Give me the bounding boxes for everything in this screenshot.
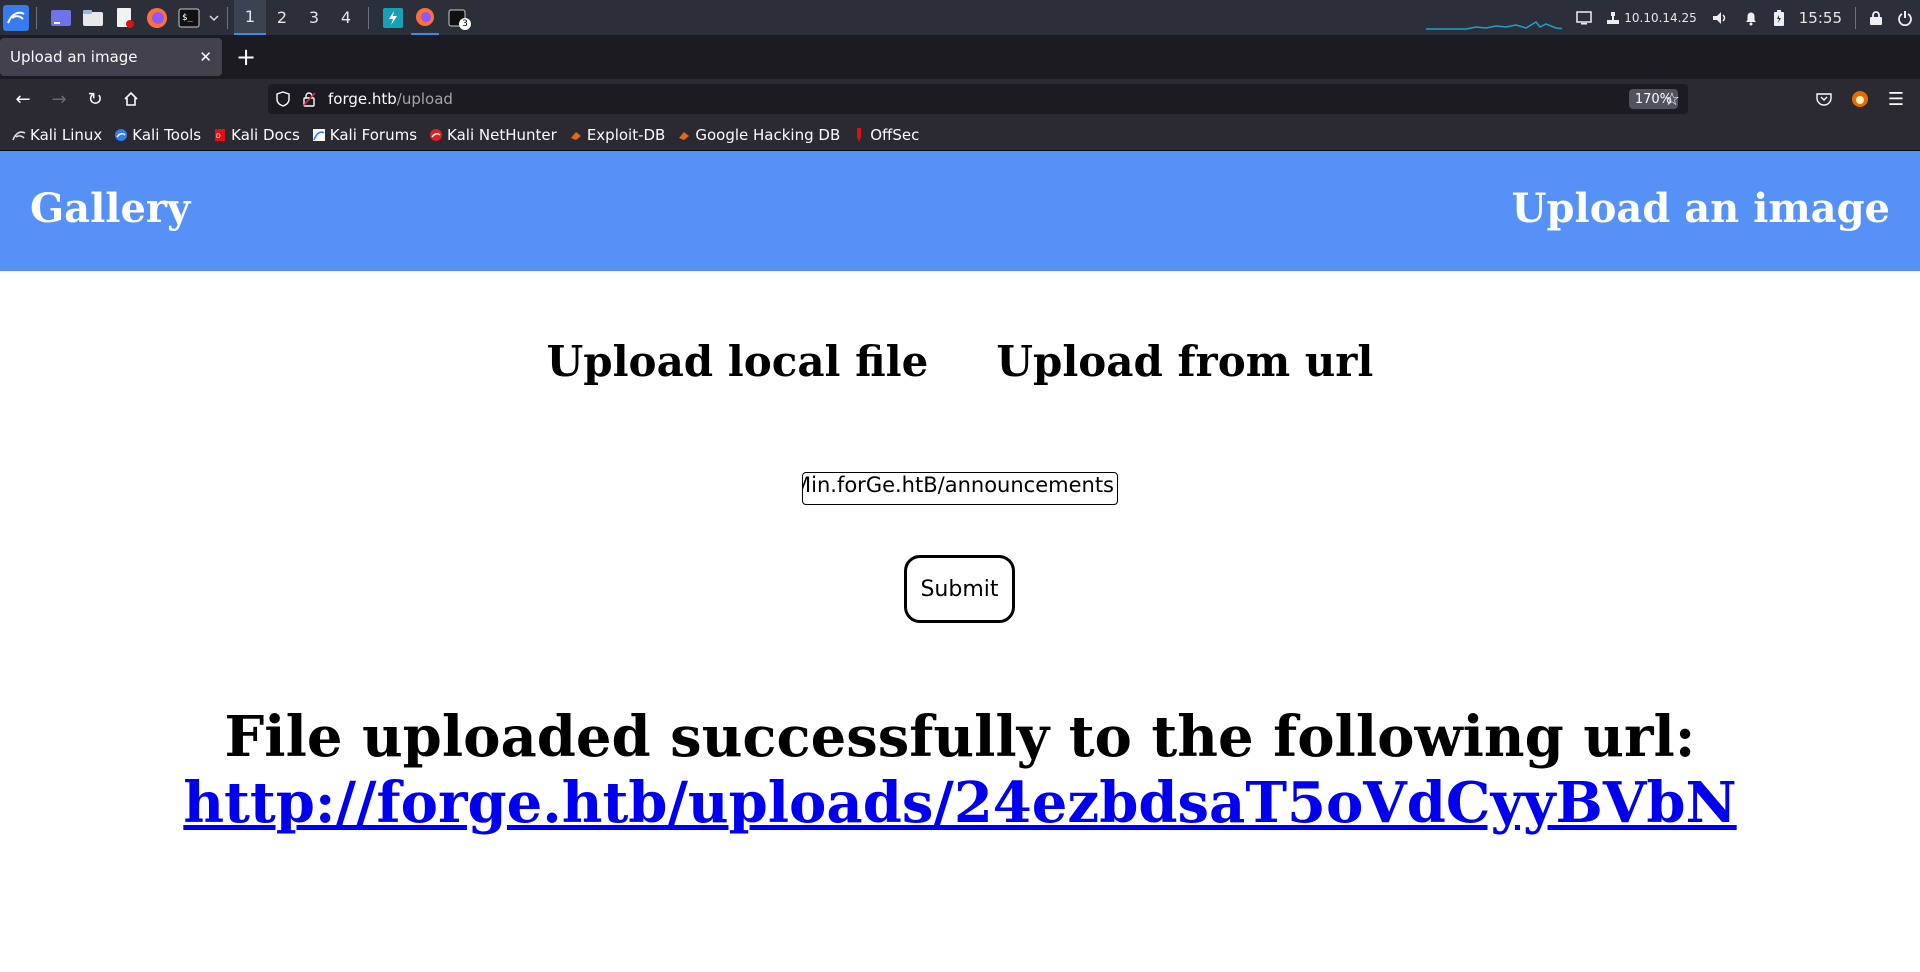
tab-title: Upload an image	[10, 48, 138, 66]
bookmark-label: OffSec	[870, 125, 920, 144]
upload-result: File uploaded successfully to the follow…	[0, 704, 1920, 836]
file-manager-icon[interactable]	[79, 4, 107, 32]
bookmark-kali-forums[interactable]: Kali Forums	[312, 126, 417, 144]
tab-upload-from-url[interactable]: Upload from url	[996, 337, 1373, 386]
kali-menu-icon[interactable]	[2, 4, 30, 32]
forward-button[interactable]: →	[41, 81, 77, 117]
new-tab-button[interactable]: +	[228, 39, 264, 75]
bookmark-label: Kali Linux	[30, 125, 103, 144]
ghdb-icon	[677, 128, 691, 142]
offsec-icon	[852, 127, 866, 142]
uploaded-file-link[interactable]: http://forge.htb/uploads/24ezbdsaT5oVdCy…	[183, 770, 1736, 836]
home-button[interactable]	[113, 81, 149, 117]
site-lock-icon[interactable]	[302, 91, 322, 107]
chevron-down-icon[interactable]	[207, 4, 221, 32]
url-text: forge.htb/upload	[328, 90, 453, 108]
bookmark-offsec[interactable]: OffSec	[852, 126, 919, 144]
show-desktop-icon[interactable]	[47, 4, 75, 32]
upload-image-link[interactable]: Upload an image	[1512, 185, 1890, 232]
gallery-link[interactable]: Gallery	[30, 185, 190, 232]
hamburger-menu-icon[interactable]: ☰	[1878, 81, 1914, 117]
workspace-4[interactable]: 4	[330, 0, 362, 35]
nethunter-icon	[429, 128, 443, 142]
task-firefox-icon[interactable]	[411, 0, 439, 35]
bookmark-label: Kali NetHunter	[447, 125, 557, 144]
bookmark-kali-tools[interactable]: Kali Tools	[114, 126, 201, 144]
kali-dragon-icon	[12, 128, 26, 142]
back-button[interactable]: ←	[5, 81, 41, 117]
panel-separator	[1855, 6, 1856, 29]
navigation-toolbar: ← → ↻ forge.htb/upload 170% ☆ ☰	[0, 79, 1920, 119]
tracking-shield-icon[interactable]	[276, 91, 296, 107]
terminal-launcher-icon[interactable]: $_	[175, 4, 203, 32]
bookmarks-toolbar: Kali Linux Kali Tools D Kali Docs Kali F…	[0, 119, 1920, 151]
kali-forums-icon	[312, 128, 326, 142]
power-icon[interactable]	[1890, 0, 1920, 35]
panel-separator	[368, 6, 369, 29]
vpn-ip[interactable]: 10.10.14.25	[1599, 0, 1704, 35]
bookmark-kali-linux[interactable]: Kali Linux	[12, 126, 102, 144]
workspace-1[interactable]: 1	[234, 0, 266, 35]
reload-button[interactable]: ↻	[77, 81, 113, 117]
terminal-count-badge: 3	[459, 17, 471, 30]
close-tab-icon[interactable]: ✕	[199, 48, 212, 66]
site-header: Gallery Upload an image	[0, 151, 1920, 271]
submit-button[interactable]: Submit	[904, 555, 1015, 623]
bookmark-label: Kali Tools	[132, 125, 202, 144]
network-graph	[1419, 0, 1569, 35]
svg-text:D: D	[216, 133, 221, 140]
url-input[interactable]: Min.forGe.htB/announcements	[802, 472, 1118, 505]
svg-text:$_: $_	[182, 13, 193, 23]
tab-upload-local-file[interactable]: Upload local file	[547, 337, 929, 386]
url-host: forge.htb	[328, 90, 397, 108]
bookmark-label: Kali Docs	[231, 125, 300, 144]
bookmark-exploit-db[interactable]: Exploit-DB	[569, 125, 666, 144]
task-app-icon[interactable]	[379, 4, 407, 32]
tab-strip: Upload an image ✕ + ✕	[0, 35, 1920, 100]
address-bar[interactable]: forge.htb/upload 170%	[268, 84, 1688, 114]
volume-icon[interactable]	[1704, 0, 1736, 35]
extension-icon[interactable]	[1842, 81, 1878, 117]
ip-address: 10.10.14.25	[1624, 10, 1697, 25]
bookmark-label: Google Hacking DB	[695, 125, 841, 144]
top-panel: $_ 1 2 3 4 3 10.10.14.25 15:55	[0, 0, 1920, 35]
result-message: File uploaded successfully to the follow…	[224, 704, 1696, 770]
url-path: /upload	[396, 90, 453, 108]
firefox-launcher-icon[interactable]	[143, 4, 171, 32]
web-page: Gallery Upload an image Upload local fil…	[0, 151, 1920, 972]
text-editor-icon[interactable]	[111, 4, 139, 32]
kali-tools-icon	[114, 128, 128, 142]
bookmark-google-hacking-db[interactable]: Google Hacking DB	[677, 126, 840, 144]
workspace-2[interactable]: 2	[266, 0, 298, 35]
pocket-icon[interactable]	[1806, 81, 1842, 117]
upload-mode-tabs: Upload local file Upload from url	[0, 337, 1920, 386]
clock[interactable]: 15:55	[1792, 0, 1849, 35]
bookmark-star-icon[interactable]: ☆	[1654, 81, 1690, 117]
panel-separator	[227, 6, 228, 29]
panel-separator	[36, 6, 37, 29]
bookmark-kali-nethunter[interactable]: Kali NetHunter	[429, 126, 557, 144]
tab-upload-an-image[interactable]: Upload an image ✕	[0, 38, 222, 76]
workspace-3[interactable]: 3	[298, 0, 330, 35]
kali-docs-icon: D	[213, 128, 227, 142]
url-input-value: Min.forGe.htB/announcements	[802, 473, 1114, 497]
notification-bell-icon[interactable]	[1736, 0, 1766, 35]
exploit-db-icon	[569, 128, 583, 142]
task-terminal-icon[interactable]: 3	[443, 4, 471, 32]
bookmark-label: Exploit-DB	[586, 125, 666, 144]
network-icon	[1607, 11, 1620, 24]
bookmark-kali-docs[interactable]: D Kali Docs	[213, 126, 300, 144]
bookmark-label: Kali Forums	[329, 125, 418, 144]
display-icon[interactable]	[1569, 0, 1599, 35]
lock-icon[interactable]	[1862, 0, 1890, 35]
battery-icon[interactable]	[1766, 0, 1792, 35]
